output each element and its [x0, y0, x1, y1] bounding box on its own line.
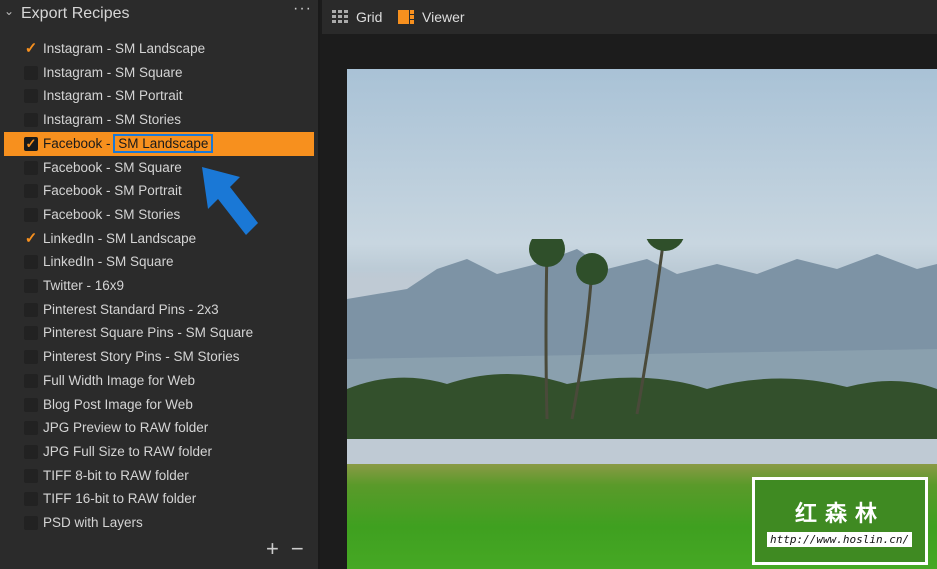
recipe-checkbox[interactable]	[24, 444, 38, 459]
add-recipe-button[interactable]: +	[266, 536, 279, 561]
recipe-item[interactable]: Facebook - SM Square	[4, 156, 314, 180]
recipe-checkbox[interactable]	[24, 184, 38, 199]
recipe-item[interactable]: TIFF 16-bit to RAW folder	[4, 487, 314, 511]
recipe-checkbox[interactable]	[24, 279, 38, 293]
recipe-checkbox[interactable]	[24, 468, 38, 483]
recipe-label: PSD with Layers	[43, 515, 143, 530]
recipe-item[interactable]: ✓ Facebook - SM Landscape	[4, 131, 314, 156]
viewer-image[interactable]: 红森林 http://www.hoslin.cn/	[347, 69, 937, 569]
recipe-item[interactable]: TIFF 8-bit to RAW folder	[4, 464, 314, 488]
recipe-item[interactable]: PSD with Layers	[4, 511, 314, 535]
recipe-checkbox[interactable]: ✓	[24, 41, 38, 56]
recipe-label: Instagram - SM Landscape	[43, 41, 206, 56]
recipe-label: Instagram - SM Stories	[43, 112, 182, 128]
more-options-icon[interactable]: ···	[293, 0, 312, 18]
recipe-checkbox[interactable]: ✓	[24, 231, 38, 246]
recipe-label: LinkedIn - SM Square	[43, 254, 174, 270]
recipe-item[interactable]: Blog Post Image for Web	[4, 393, 314, 417]
recipe-checkbox[interactable]	[24, 492, 38, 507]
recipe-checkbox[interactable]	[24, 113, 38, 128]
export-recipes-panel: ⌄ Export Recipes ··· ✓ Instagram - SM Lan…	[0, 0, 320, 569]
view-toolbar: Grid Viewer	[322, 0, 937, 34]
recipe-item[interactable]: LinkedIn - SM Square	[4, 250, 314, 274]
recipe-label: TIFF 16-bit to RAW folder	[43, 491, 197, 507]
recipe-label: Pinterest Standard Pins - 2x3	[43, 301, 219, 317]
recipe-label: Pinterest Square Pins - SM Square	[43, 325, 254, 341]
recipe-item[interactable]: Instagram - SM Stories	[4, 108, 314, 132]
recipe-label: Facebook - SM Square	[43, 159, 182, 175]
recipe-checkbox[interactable]	[24, 421, 38, 436]
recipe-checkbox[interactable]	[24, 397, 38, 412]
chevron-down-icon[interactable]: ⌄	[4, 4, 14, 18]
recipe-item[interactable]: JPG Full Size to RAW folder	[4, 440, 314, 464]
viewer-button[interactable]: Viewer	[398, 9, 465, 25]
recipe-label: Blog Post Image for Web	[43, 396, 193, 412]
highlighted-text: SM Landscape	[113, 133, 214, 153]
recipe-label: Full Width Image for Web	[43, 372, 196, 388]
recipe-checkbox[interactable]	[24, 350, 38, 365]
recipe-checkbox[interactable]: ✓	[24, 136, 38, 151]
recipe-label-part: Facebook -	[43, 135, 115, 151]
recipe-checkbox[interactable]	[24, 373, 38, 388]
recipe-item[interactable]: Twitter - 16x9	[4, 274, 314, 298]
recipe-item[interactable]: Facebook - SM Stories	[4, 203, 314, 227]
recipe-item[interactable]: JPG Preview to RAW folder	[4, 416, 314, 440]
watermark-url: http://www.hoslin.cn/	[767, 532, 913, 547]
recipe-item[interactable]: Pinterest Story Pins - SM Stories	[4, 345, 314, 369]
recipe-checkbox[interactable]	[24, 207, 38, 222]
annotation-arrow-icon	[202, 167, 258, 235]
recipe-item[interactable]: Full Width Image for Web	[4, 369, 314, 393]
recipe-checkbox[interactable]	[24, 89, 38, 104]
recipe-checkbox[interactable]	[24, 326, 38, 341]
recipe-label: Facebook - SM Portrait	[43, 183, 182, 199]
viewer-label: Viewer	[422, 9, 465, 25]
remove-recipe-button[interactable]: −	[291, 536, 304, 561]
watermark: 红森林 http://www.hoslin.cn/	[752, 477, 928, 565]
recipe-label: Facebook - SM Stories	[43, 206, 181, 222]
recipe-label: Facebook - SM Landscape	[43, 133, 214, 153]
recipe-checkbox[interactable]	[24, 255, 38, 270]
recipe-item[interactable]: Instagram - SM Square	[4, 61, 314, 85]
viewer-icon	[398, 10, 414, 24]
recipe-label: JPG Full Size to RAW folder	[43, 443, 213, 459]
recipe-checkbox[interactable]	[24, 65, 38, 80]
grid-view-button[interactable]: Grid	[332, 9, 382, 25]
watermark-name: 红森林	[794, 501, 885, 526]
recipe-label: Instagram - SM Portrait	[43, 88, 183, 104]
recipe-item[interactable]: ✓ LinkedIn - SM Landscape	[4, 227, 314, 251]
recipe-checkbox[interactable]	[24, 302, 38, 317]
grid-icon	[332, 10, 348, 23]
recipe-item[interactable]: Pinterest Square Pins - SM Square	[4, 321, 314, 345]
recipe-label: Pinterest Story Pins - SM Stories	[43, 349, 240, 365]
recipe-label: JPG Preview to RAW folder	[43, 420, 209, 436]
mountains-graphic	[347, 239, 937, 439]
recipe-checkbox[interactable]	[24, 160, 38, 175]
panel-header[interactable]: ⌄ Export Recipes ···	[0, 0, 320, 28]
panel-footer: + −	[266, 536, 316, 562]
recipe-label: Twitter - 16x9	[43, 278, 125, 293]
recipe-checkbox[interactable]	[24, 516, 38, 530]
recipe-label: TIFF 8-bit to RAW folder	[43, 467, 189, 483]
recipe-item[interactable]: ✓ Instagram - SM Landscape	[4, 37, 314, 61]
grid-label: Grid	[356, 9, 383, 25]
recipe-label: LinkedIn - SM Landscape	[43, 230, 197, 246]
panel-title: Export Recipes	[21, 5, 130, 22]
recipe-label: Instagram - SM Square	[43, 64, 183, 80]
recipe-item[interactable]: Instagram - SM Portrait	[4, 84, 314, 108]
recipe-item[interactable]: Facebook - SM Portrait	[4, 179, 314, 203]
recipe-item[interactable]: Pinterest Standard Pins - 2x3	[4, 298, 314, 322]
